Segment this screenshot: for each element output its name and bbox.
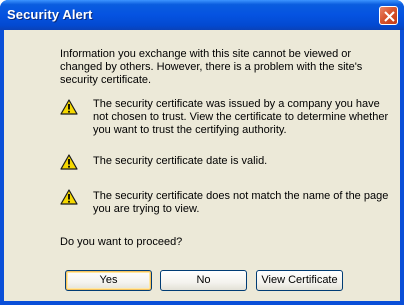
window-border-right	[400, 30, 404, 305]
proceed-question: Do you want to proceed?	[60, 236, 183, 248]
warning-icon	[60, 189, 78, 205]
certificate-trust-message: The security certificate was issued by a…	[93, 98, 389, 136]
title-bar[interactable]: Security Alert	[0, 0, 404, 30]
close-button[interactable]	[379, 6, 398, 25]
yes-button[interactable]: Yes	[65, 270, 152, 291]
security-alert-dialog: Security Alert Information you exchange …	[0, 0, 404, 305]
window-title: Security Alert	[7, 7, 93, 22]
certificate-date-message: The security certificate date is valid.	[93, 155, 268, 167]
certificate-name-message: The security certificate does not match …	[93, 190, 389, 215]
warning-icon	[60, 99, 78, 115]
close-icon	[384, 11, 395, 22]
dialog-body: Information you exchange with this site …	[4, 30, 400, 301]
window-border-bottom	[0, 301, 404, 305]
no-button[interactable]: No	[160, 270, 247, 291]
view-certificate-button[interactable]: View Certificate	[256, 270, 343, 291]
intro-text: Information you exchange with this site …	[60, 48, 363, 86]
warning-icon	[60, 154, 78, 170]
